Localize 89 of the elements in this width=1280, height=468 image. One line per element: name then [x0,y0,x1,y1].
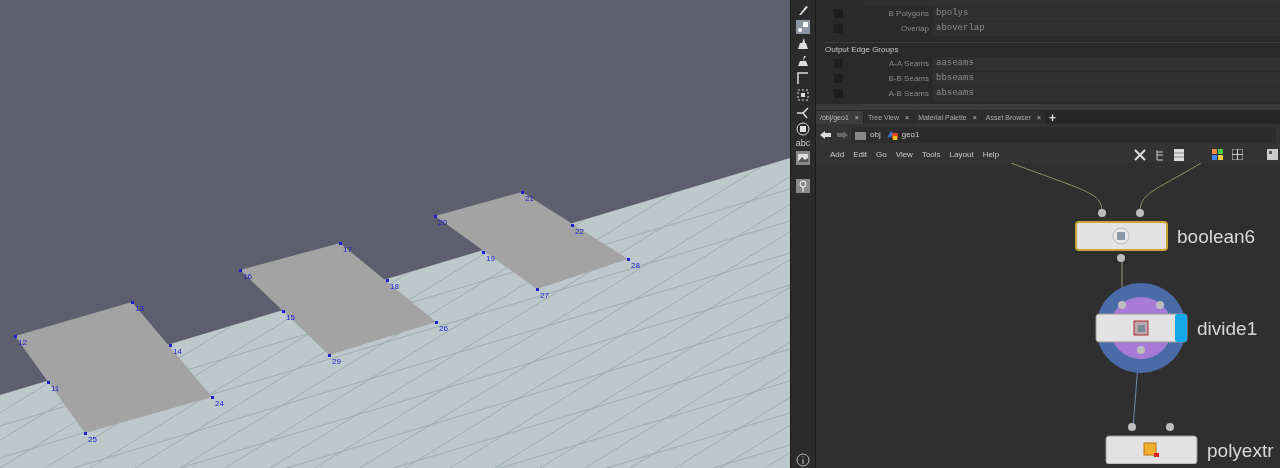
list-icon[interactable] [1174,148,1184,161]
point-number: 27 [540,292,549,300]
tree-icon[interactable] [1155,148,1165,161]
corner-icon[interactable] [796,71,810,85]
menu-item[interactable]: Go [876,150,887,159]
selection-icon[interactable] [796,88,810,102]
point-marker-icon [14,335,17,338]
back-arrow-icon[interactable] [820,130,832,140]
layout-icon[interactable] [1267,149,1278,160]
geometry-icon [886,130,899,140]
menu-item[interactable]: Edit [853,150,868,159]
info-icon[interactable] [796,453,810,467]
input-connector[interactable] [1098,209,1106,217]
point-number: 24 [215,400,224,408]
input-connector[interactable] [1166,423,1174,431]
text-field[interactable]: abseams [933,86,1280,101]
node-name: divide1 [1197,318,1258,339]
cube-icon [1143,442,1159,457]
point-number: 16 [243,273,252,281]
menu-item[interactable]: Add [830,150,845,159]
color-palette-icon[interactable] [1212,149,1223,160]
parameter-label: A-A Seams [888,59,929,68]
menu-item[interactable]: Help [982,150,1000,159]
text-field[interactable]: bpolys [933,6,1280,21]
point-marker-icon [434,215,437,218]
point-marker-icon [211,396,214,399]
parameter-label: B Polygons [887,9,929,18]
parameter-label: Overlap [900,24,929,33]
point-marker-icon [339,242,342,245]
menu-item[interactable]: View [895,150,913,159]
point-marker-icon [386,279,389,282]
tools-icon[interactable] [1134,148,1146,161]
point-number: 29 [332,358,341,366]
add-tab-button[interactable]: + [1046,112,1060,124]
input-connector[interactable] [1118,301,1126,309]
grid-icon[interactable] [1232,149,1243,160]
path-segment[interactable]: geo1 [886,129,920,141]
point-number: 26 [439,325,448,333]
point-number: 13 [135,305,144,313]
text-field[interactable]: aboverlap [933,21,1280,36]
point-marker-icon [521,191,524,194]
input-connector[interactable] [1128,423,1136,431]
input-connector[interactable] [1156,301,1164,309]
image-icon[interactable] [796,151,810,165]
cube-icon [1133,320,1149,336]
point-number: 15 [286,314,295,322]
point-marker-icon [482,251,485,254]
node-body[interactable] [1075,221,1168,251]
stop-icon[interactable] [796,122,810,136]
point-marker-icon [84,432,87,435]
input-connector[interactable] [1136,209,1144,217]
point-marker-icon [131,301,134,304]
point-marker-icon [47,381,50,384]
menu-item[interactable]: Layout [949,150,974,159]
point-number: 12 [18,339,27,347]
point-marker-icon [328,354,331,357]
point-marker-icon [627,258,630,261]
point-marker-icon [435,321,438,324]
menu-item[interactable]: Tools [921,150,941,159]
point-number: 19 [486,255,495,263]
point-number: 28 [631,262,640,270]
point-marker-icon [169,344,172,347]
parameter-label: A-B Seams [887,89,929,98]
point-number: 11 [51,385,60,393]
point-marker-icon [536,288,539,291]
text-field[interactable]: aaseams [933,56,1280,71]
point-marker-icon [571,224,574,227]
point-number: 22 [575,228,584,236]
node-name: boolean6 [1177,226,1256,247]
section-title: Output Edge Groups [824,46,900,54]
point-marker-icon [282,310,285,313]
path-segment[interactable]: obj [855,129,881,141]
node-name: polyextr [1207,440,1274,461]
point-number: 14 [173,348,182,356]
point-number: 18 [390,283,399,291]
output-connector[interactable] [1117,254,1125,262]
node-body[interactable] [1105,435,1198,464]
pen-icon[interactable] [796,3,810,17]
text-field[interactable]: bbseams [933,71,1280,86]
point-number: 17 [343,246,352,254]
point-number: 21 [525,195,534,203]
pin-icon[interactable] [796,179,810,193]
point-number: 25 [88,436,97,444]
point-marker-icon [239,269,242,272]
text-tool-button[interactable]: abc [795,139,811,148]
sphere-cube-icon [1112,227,1130,245]
parameter-label: B-B Seams [887,74,929,83]
point-number: 20 [438,219,447,227]
branch-icon[interactable] [796,105,810,119]
